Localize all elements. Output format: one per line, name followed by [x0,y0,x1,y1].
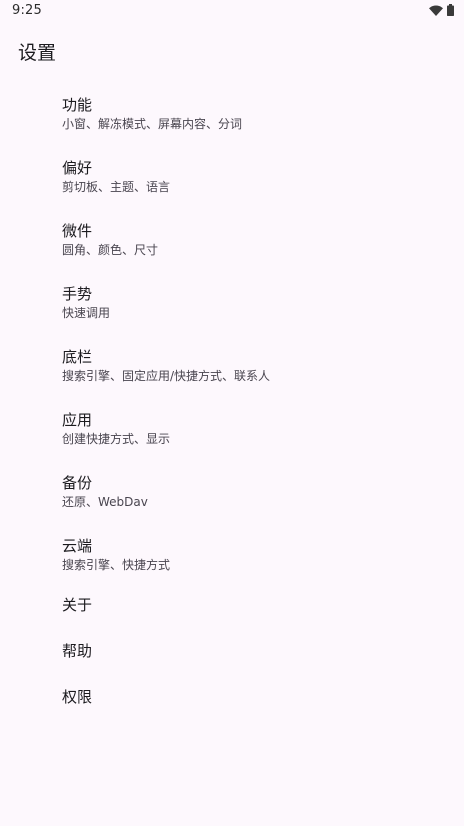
settings-item-title: 微件 [62,222,93,240]
settings-item-title: 权限 [62,688,93,706]
settings-item-widgets[interactable]: 微件 圆角、颜色、尺寸 [0,212,464,266]
settings-item-features[interactable]: 功能 小窗、解冻模式、屏幕内容、分词 [0,86,464,140]
status-icons [429,4,454,16]
status-time: 9:25 [12,3,42,18]
settings-item-title: 应用 [62,411,93,429]
settings-item-title: 云端 [62,537,93,555]
settings-item-cloud[interactable]: 云端 搜索引擎、快捷方式 [0,527,464,581]
settings-item-summary: 小窗、解冻模式、屏幕内容、分词 [62,117,243,131]
settings-item-gestures[interactable]: 手势 快速调用 [0,275,464,329]
settings-item-title: 底栏 [62,348,93,366]
settings-item-help[interactable]: 帮助 [0,632,464,672]
settings-item-summary: 搜索引擎、固定应用/快捷方式、联系人 [62,369,271,383]
settings-item-summary: 剪切板、主题、语言 [62,180,171,194]
settings-item-title: 帮助 [62,642,93,660]
settings-item-bottom-bar[interactable]: 底栏 搜索引擎、固定应用/快捷方式、联系人 [0,338,464,392]
settings-item-title: 备份 [62,474,93,492]
settings-item-title: 偏好 [62,159,93,177]
settings-item-preferences[interactable]: 偏好 剪切板、主题、语言 [0,149,464,203]
settings-item-summary: 还原、WebDav [62,495,148,509]
status-bar: 9:25 [0,0,464,22]
settings-item-title: 关于 [62,596,93,614]
settings-item-summary: 创建快捷方式、显示 [62,432,171,446]
settings-item-about[interactable]: 关于 [0,586,464,626]
page-title: 设置 [18,42,57,64]
settings-item-summary: 圆角、颜色、尺寸 [62,243,159,257]
wifi-icon [429,5,443,16]
settings-item-summary: 搜索引擎、快捷方式 [62,558,171,572]
settings-item-summary: 快速调用 [62,306,111,320]
battery-icon [447,4,454,16]
settings-item-permissions[interactable]: 权限 [0,678,464,718]
settings-item-apps[interactable]: 应用 创建快捷方式、显示 [0,401,464,455]
settings-item-title: 手势 [62,285,93,303]
settings-item-backup[interactable]: 备份 还原、WebDav [0,464,464,518]
settings-item-title: 功能 [62,96,93,114]
